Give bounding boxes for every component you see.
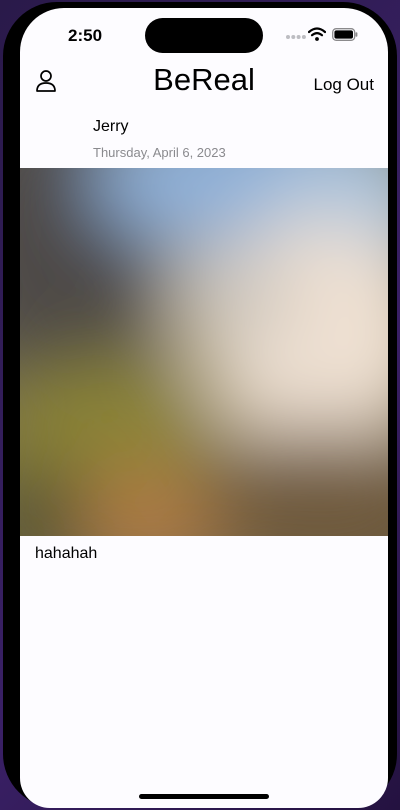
post-date: Thursday, April 6, 2023 (93, 145, 226, 160)
status-time: 2:50 (68, 26, 103, 45)
cellular-signal-icon (286, 35, 306, 39)
logout-button[interactable]: Log Out (314, 75, 375, 95)
device-background: 2:50 BeReal Log Out Jerry Thursday, Apri… (0, 0, 400, 810)
battery-icon (332, 28, 358, 41)
phone-frame: 2:50 BeReal Log Out Jerry Thursday, Apri… (3, 2, 397, 808)
post-caption: hahahah (35, 545, 98, 562)
status-bar: 2:50 (20, 8, 388, 60)
home-indicator[interactable] (139, 794, 269, 799)
wifi-icon (308, 27, 326, 41)
blurred-photo-graphic (20, 168, 388, 536)
post-photo (20, 168, 388, 536)
person-icon[interactable] (35, 69, 57, 93)
app-screen: 2:50 BeReal Log Out Jerry Thursday, Apri… (20, 8, 388, 808)
dynamic-island (145, 18, 263, 53)
navigation-bar: BeReal Log Out (20, 60, 388, 106)
post-header: Jerry Thursday, April 6, 2023 (93, 118, 226, 160)
post-username: Jerry (93, 118, 129, 135)
